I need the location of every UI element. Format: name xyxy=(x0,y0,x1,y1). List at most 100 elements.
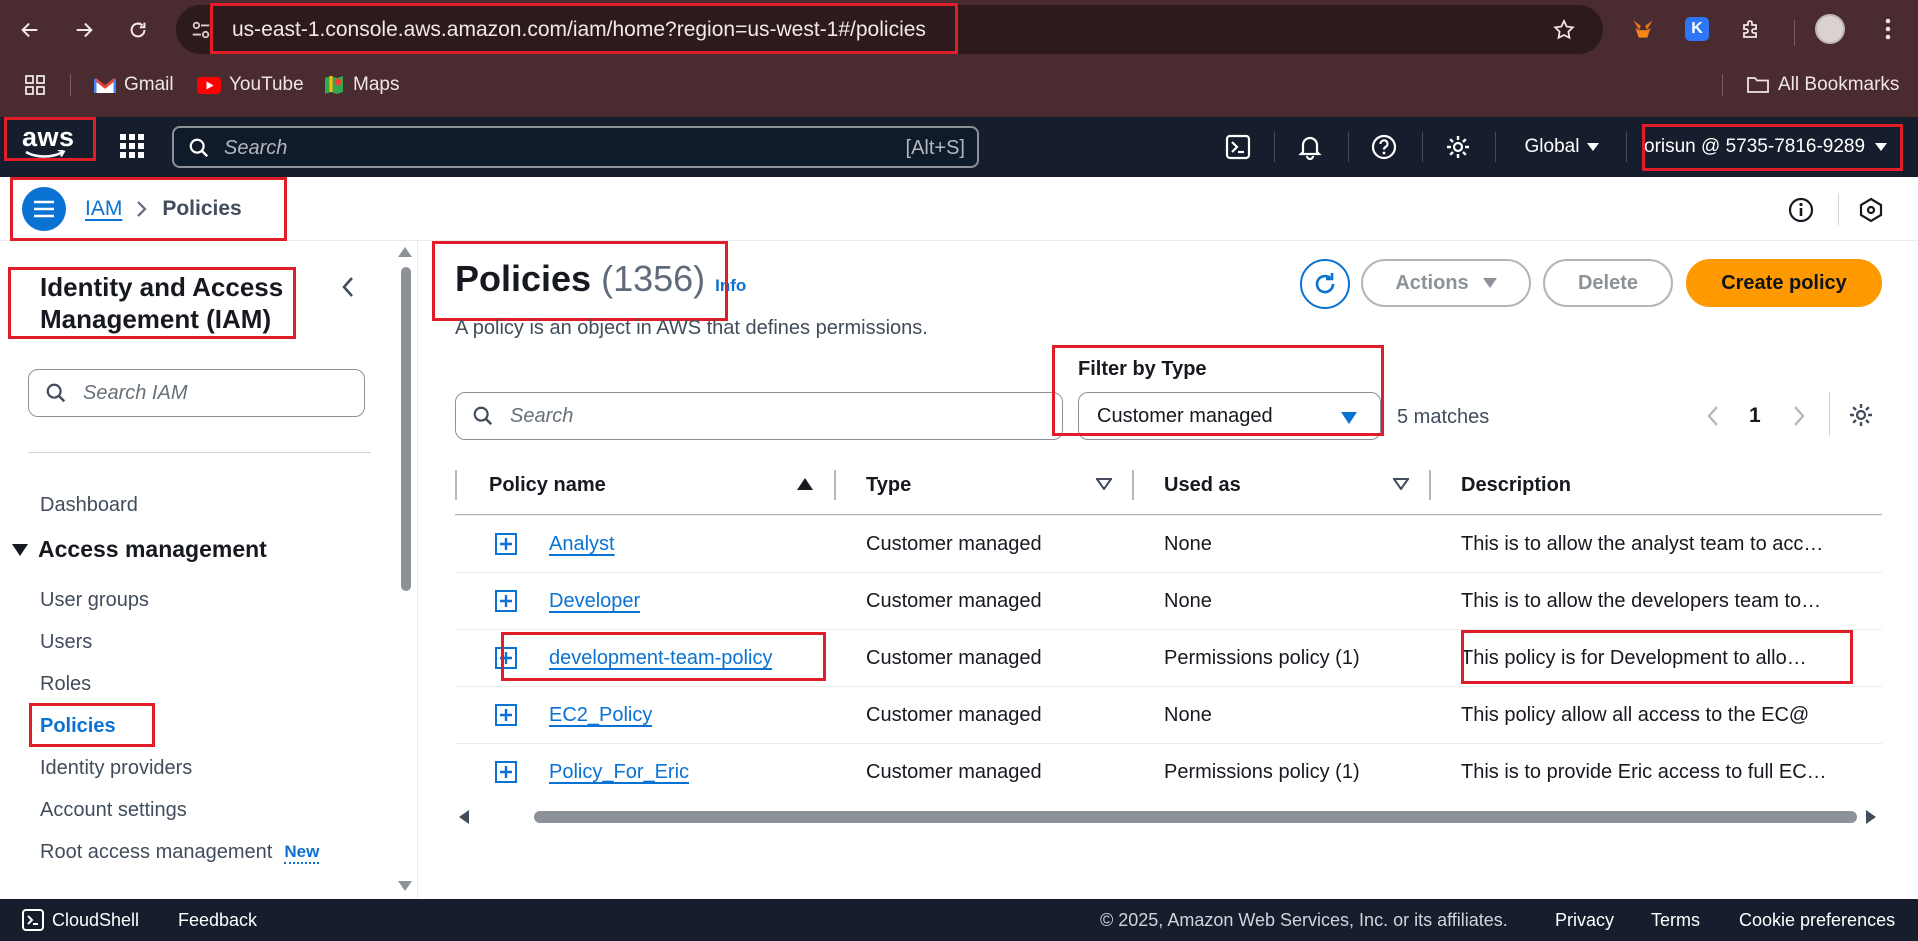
table-header: Policy name Type Used as Description xyxy=(455,455,1882,515)
filter-type-select[interactable]: Customer managed xyxy=(1078,392,1381,440)
matches-count: 5 matches xyxy=(1397,406,1490,428)
search-icon xyxy=(472,405,494,427)
terms-link[interactable]: Terms xyxy=(1651,899,1700,941)
policy-description: This is to provide Eric access to full E… xyxy=(1461,761,1827,783)
table-row: EC2_Policy Customer managed None This po… xyxy=(455,686,1882,743)
sidebar-item-root-access-management[interactable]: Root access management New xyxy=(40,841,320,864)
global-search-input[interactable]: Search [Alt+S] xyxy=(172,126,979,168)
delete-button[interactable]: Delete xyxy=(1543,259,1673,307)
column-divider[interactable] xyxy=(834,470,836,500)
expand-row-icon[interactable] xyxy=(495,647,517,669)
policy-name-link[interactable]: Policy_For_Eric xyxy=(549,744,689,801)
policy-name-link[interactable]: Analyst xyxy=(549,516,615,573)
sidebar-search-input[interactable]: Search IAM xyxy=(28,369,365,417)
sidebar-scrollbar-thumb[interactable] xyxy=(401,267,411,591)
menu-hamburger-icon[interactable] xyxy=(22,187,66,231)
bookmark-maps[interactable]: Maps xyxy=(323,63,399,107)
column-header-type[interactable]: Type xyxy=(866,455,911,515)
reload-icon[interactable] xyxy=(120,12,156,48)
scroll-up-arrow-icon[interactable] xyxy=(398,247,412,257)
info-link[interactable]: Info xyxy=(715,276,746,296)
column-header-used-as[interactable]: Used as xyxy=(1164,455,1241,515)
breadcrumb-bar: IAM Policies xyxy=(0,177,1918,241)
collapse-sidebar-icon[interactable] xyxy=(340,275,356,299)
help-icon[interactable] xyxy=(1366,117,1402,177)
column-divider[interactable] xyxy=(1429,470,1431,500)
caret-down-icon xyxy=(1587,143,1600,151)
bookmark-gmail[interactable]: Gmail xyxy=(94,63,174,107)
sidebar-item-user-groups[interactable]: User groups xyxy=(40,589,149,612)
expand-row-icon[interactable] xyxy=(495,704,517,726)
sort-icon[interactable] xyxy=(1096,478,1112,490)
address-bar[interactable]: us-east-1.console.aws.amazon.com/iam/hom… xyxy=(176,5,1603,54)
sidebar-item-identity-providers[interactable]: Identity providers xyxy=(40,757,192,780)
filter-by-type-label: Filter by Type xyxy=(1078,358,1207,380)
sidebar-item-dashboard[interactable]: Dashboard xyxy=(40,494,138,517)
sidebar-item-roles[interactable]: Roles xyxy=(40,673,91,696)
k-extension-icon[interactable]: K xyxy=(1682,14,1712,44)
breadcrumb: IAM Policies xyxy=(85,177,242,241)
prev-page-icon[interactable] xyxy=(1706,404,1720,428)
policy-name-link[interactable]: EC2_Policy xyxy=(549,687,652,744)
all-bookmarks[interactable]: All Bookmarks xyxy=(1746,63,1899,107)
metamask-extension-icon[interactable] xyxy=(1628,14,1658,44)
sidebar-title: Identity and Access Management (IAM) xyxy=(40,272,284,334)
current-page[interactable]: 1 xyxy=(1749,404,1761,428)
cloudshell-icon xyxy=(22,909,44,931)
scroll-down-arrow-icon[interactable] xyxy=(398,881,412,891)
aws-logo[interactable]: aws xyxy=(8,117,94,162)
column-divider[interactable] xyxy=(1132,470,1134,500)
divider xyxy=(1829,392,1830,436)
forward-icon[interactable] xyxy=(66,12,102,48)
cloudshell-icon[interactable] xyxy=(1220,117,1256,177)
sort-icon[interactable] xyxy=(1393,478,1409,490)
chevron-right-icon xyxy=(137,201,147,217)
policy-type: Customer managed xyxy=(866,533,1042,555)
sidebar-item-account-settings[interactable]: Account settings xyxy=(40,799,187,822)
column-header-policy-name[interactable]: Policy name xyxy=(489,455,606,515)
topbar-divider xyxy=(1348,132,1349,162)
settings-gear-icon[interactable] xyxy=(1440,117,1476,177)
expand-row-icon[interactable] xyxy=(495,590,517,612)
cloudshell-link[interactable]: CloudShell xyxy=(22,899,139,941)
sort-ascending-icon[interactable] xyxy=(797,478,813,490)
next-page-icon[interactable] xyxy=(1792,404,1806,428)
actions-button[interactable]: Actions xyxy=(1361,259,1531,307)
sidebar-item-policies[interactable]: Policies xyxy=(40,715,116,738)
privacy-link[interactable]: Privacy xyxy=(1555,899,1614,941)
url-text[interactable]: us-east-1.console.aws.amazon.com/iam/hom… xyxy=(232,5,926,54)
create-policy-button[interactable]: Create policy xyxy=(1686,259,1882,307)
profile-avatar[interactable] xyxy=(1815,14,1845,44)
sidebar-section-access-management[interactable]: Access management xyxy=(12,536,267,563)
policy-name-link[interactable]: development-team-policy xyxy=(549,630,772,687)
refresh-button[interactable] xyxy=(1300,259,1350,309)
expand-row-icon[interactable] xyxy=(495,761,517,783)
table-scrollbar-thumb[interactable] xyxy=(534,811,1857,823)
account-menu[interactable]: orisun @ 5735-7816-9289 xyxy=(1644,117,1904,177)
bookmark-star-icon[interactable] xyxy=(1552,18,1576,42)
policy-description: This policy allow all access to the EC@ xyxy=(1461,704,1810,726)
feedback-shield-icon[interactable] xyxy=(1858,197,1884,223)
sidebar-item-users[interactable]: Users xyxy=(40,631,92,654)
policy-name-link[interactable]: Developer xyxy=(549,573,640,630)
info-circle-icon[interactable] xyxy=(1788,197,1814,223)
policy-search-input[interactable]: Search xyxy=(455,392,1063,440)
site-settings-icon[interactable] xyxy=(190,19,212,41)
scroll-right-arrow-icon[interactable] xyxy=(1866,810,1876,824)
refresh-icon xyxy=(1315,273,1335,294)
notifications-bell-icon[interactable] xyxy=(1292,117,1328,177)
expand-row-icon[interactable] xyxy=(495,533,517,555)
column-header-description[interactable]: Description xyxy=(1461,455,1571,515)
region-selector[interactable]: Global xyxy=(1512,117,1612,177)
breadcrumb-iam[interactable]: IAM xyxy=(85,197,122,221)
scroll-left-arrow-icon[interactable] xyxy=(459,810,469,824)
chrome-menu-icon[interactable] xyxy=(1873,14,1903,44)
bookmark-youtube[interactable]: YouTube xyxy=(197,63,304,107)
table-preferences-gear-icon[interactable] xyxy=(1848,402,1874,428)
cookie-preferences-link[interactable]: Cookie preferences xyxy=(1739,899,1895,941)
extensions-puzzle-icon[interactable] xyxy=(1736,14,1766,44)
apps-grid-icon[interactable] xyxy=(24,63,46,107)
feedback-link[interactable]: Feedback xyxy=(178,899,257,941)
services-grid-icon[interactable] xyxy=(118,132,146,160)
back-icon[interactable] xyxy=(12,12,48,48)
